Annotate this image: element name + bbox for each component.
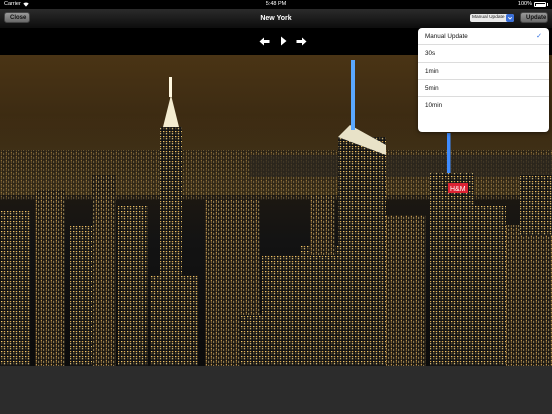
update-button[interactable]: Update bbox=[520, 12, 548, 23]
checkmark-icon: ✓ bbox=[536, 33, 542, 40]
refresh-mode-select[interactable]: Manual Update bbox=[470, 14, 514, 22]
status-time: 5:48 PM bbox=[265, 1, 287, 7]
option-label: 30s bbox=[425, 50, 436, 58]
option-30s[interactable]: 30s bbox=[418, 45, 549, 63]
battery-percent: 100% bbox=[517, 1, 532, 7]
status-bar: Carrier 5:48 PM 100% bbox=[0, 0, 552, 9]
play-icon[interactable] bbox=[276, 34, 290, 48]
left-arrow-icon[interactable] bbox=[257, 34, 271, 48]
nav-bar: Close New York Manual Update Update bbox=[0, 9, 552, 28]
option-1min[interactable]: 1min bbox=[418, 63, 549, 80]
bottom-empty-area bbox=[0, 366, 552, 414]
svg-text:H&M: H&M bbox=[450, 186, 466, 193]
chevron-down-icon bbox=[506, 14, 514, 22]
option-5min[interactable]: 5min bbox=[418, 80, 549, 98]
refresh-mode-label: Manual Update bbox=[472, 15, 505, 20]
option-label: 5min bbox=[425, 84, 439, 92]
option-label: 1min bbox=[425, 67, 439, 75]
refresh-interval-popover: Manual Update ✓ 30s 1min 5min 10min bbox=[418, 28, 549, 132]
battery-icon bbox=[534, 2, 546, 7]
option-label: Manual Update bbox=[425, 33, 468, 40]
option-label: 10min bbox=[425, 102, 443, 110]
option-manual-update[interactable]: Manual Update ✓ bbox=[418, 28, 549, 46]
battery-tip bbox=[547, 3, 548, 6]
option-10min[interactable]: 10min bbox=[418, 97, 549, 114]
right-arrow-icon[interactable] bbox=[294, 34, 308, 48]
battery-indicator: 100% bbox=[518, 0, 548, 9]
